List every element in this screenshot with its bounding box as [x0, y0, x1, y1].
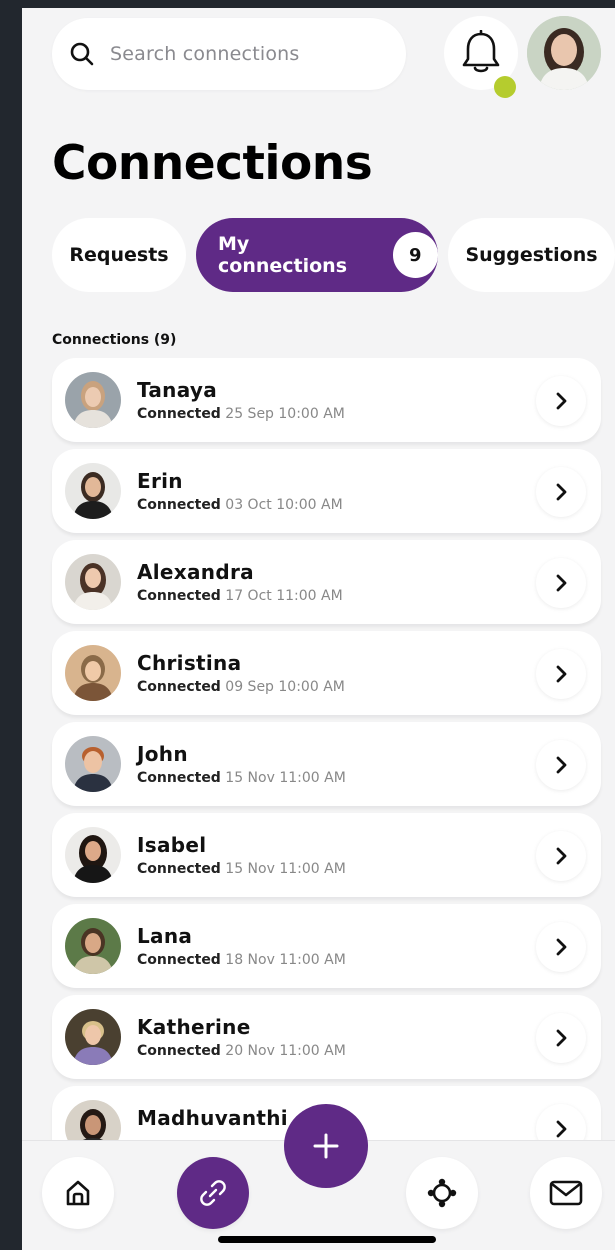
avatar	[65, 827, 121, 883]
connection-meta: Connected 20 Nov 11:00 AM	[137, 1043, 346, 1059]
connection-status: Connected	[137, 952, 221, 968]
tab-label: My connections	[218, 233, 348, 277]
connection-meta: Connected 15 Nov 11:00 AM	[137, 770, 346, 786]
search-input[interactable]: Search connections	[110, 43, 300, 65]
chevron-right-icon	[556, 1029, 567, 1047]
page-title: Connections	[52, 136, 373, 191]
notifications-button[interactable]	[444, 16, 518, 98]
connection-date: 25 Sep 10:00 AM	[225, 406, 345, 422]
nav-home-button[interactable]	[42, 1157, 114, 1229]
chevron-right-icon	[556, 938, 567, 956]
connection-row[interactable]: Alexandra Connected 17 Oct 11:00 AM	[52, 540, 601, 624]
nav-messages-button[interactable]	[530, 1157, 602, 1229]
connection-date: 15 Nov 11:00 AM	[225, 861, 346, 877]
open-connection-button[interactable]	[536, 740, 586, 790]
connection-name: Alexandra	[137, 560, 254, 584]
connection-status: Connected	[137, 1043, 221, 1059]
section-label: Connections (9)	[52, 332, 177, 348]
connection-row[interactable]: Lana Connected 18 Nov 11:00 AM	[52, 904, 601, 988]
chevron-right-icon	[556, 392, 567, 410]
open-connection-button[interactable]	[536, 649, 586, 699]
connection-date: 20 Nov 11:00 AM	[225, 1043, 346, 1059]
search-bar[interactable]: Search connections	[52, 18, 406, 90]
chevron-right-icon	[556, 665, 567, 683]
connection-meta: Connected 17 Oct 11:00 AM	[137, 588, 343, 604]
connection-row[interactable]: Tanaya Connected 25 Sep 10:00 AM	[52, 358, 601, 442]
open-connection-button[interactable]	[536, 1013, 586, 1063]
home-icon	[66, 1180, 90, 1206]
connection-meta: Connected 18 Nov 11:00 AM	[137, 952, 346, 968]
connection-date: 17 Oct 11:00 AM	[225, 588, 343, 604]
connection-date: 03 Oct 10:00 AM	[225, 497, 343, 513]
chevron-right-icon	[556, 756, 567, 774]
open-connection-button[interactable]	[536, 467, 586, 517]
open-connection-button[interactable]	[536, 922, 586, 972]
connection-meta: Connected 25 Sep 10:00 AM	[137, 406, 345, 422]
tab-requests[interactable]: Requests	[52, 218, 186, 292]
tab-my-connections[interactable]: My connections 9	[196, 218, 438, 292]
connection-name: Madhuvanthi	[137, 1106, 288, 1130]
add-connection-button[interactable]	[284, 1104, 368, 1188]
connection-row[interactable]: Isabel Connected 15 Nov 11:00 AM	[52, 813, 601, 897]
link-icon	[200, 1180, 226, 1206]
connection-date: 09 Sep 10:00 AM	[225, 679, 345, 695]
avatar	[65, 554, 121, 610]
tab-label: Requests	[69, 244, 169, 266]
connection-name: Erin	[137, 469, 183, 493]
connection-name: Tanaya	[137, 378, 218, 402]
notification-dot	[494, 76, 516, 98]
tab-label: Suggestions	[465, 244, 598, 266]
network-icon	[427, 1178, 457, 1208]
connection-date: 18 Nov 11:00 AM	[225, 952, 346, 968]
connection-name: John	[137, 742, 188, 766]
tab-suggestions[interactable]: Suggestions	[448, 218, 615, 292]
connection-status: Connected	[137, 861, 221, 877]
profile-avatar[interactable]	[527, 16, 601, 90]
connection-date: 15 Nov 11:00 AM	[225, 770, 346, 786]
connection-status: Connected	[137, 497, 221, 513]
mail-icon	[549, 1180, 583, 1206]
chevron-right-icon	[556, 847, 567, 865]
avatar	[65, 918, 121, 974]
count-badge: 9	[392, 232, 438, 278]
connection-name: Lana	[137, 924, 193, 948]
bell-icon	[462, 30, 500, 73]
open-connection-button[interactable]	[536, 376, 586, 426]
connection-name: Katherine	[137, 1015, 251, 1039]
connection-meta: Connected 09 Sep 10:00 AM	[137, 679, 345, 695]
connection-name: Isabel	[137, 833, 207, 857]
avatar	[65, 645, 121, 701]
connection-meta: Connected 03 Oct 10:00 AM	[137, 497, 343, 513]
connection-name: Christina	[137, 651, 242, 675]
avatar	[65, 372, 121, 428]
nav-network-button[interactable]	[406, 1157, 478, 1229]
phone-screen: Search connections Connections Requests …	[22, 8, 615, 1250]
connection-row[interactable]: Erin Connected 03 Oct 10:00 AM	[52, 449, 601, 533]
chevron-right-icon	[556, 574, 567, 592]
avatar	[65, 1009, 121, 1065]
search-icon	[70, 42, 94, 66]
connection-meta: Connected 15 Nov 11:00 AM	[137, 861, 346, 877]
connection-row[interactable]: Christina Connected 09 Sep 10:00 AM	[52, 631, 601, 715]
connection-status: Connected	[137, 770, 221, 786]
avatar	[65, 736, 121, 792]
plus-icon	[313, 1133, 339, 1159]
connection-status: Connected	[137, 406, 221, 422]
home-indicator[interactable]	[218, 1236, 436, 1243]
connection-row[interactable]: John Connected 15 Nov 11:00 AM	[52, 722, 601, 806]
connection-status: Connected	[137, 588, 221, 604]
chevron-right-icon	[556, 1120, 567, 1138]
nav-connections-button[interactable]	[177, 1157, 249, 1229]
profile-avatar-image	[527, 16, 601, 90]
chevron-right-icon	[556, 483, 567, 501]
connection-row[interactable]: Katherine Connected 20 Nov 11:00 AM	[52, 995, 601, 1079]
avatar	[65, 463, 121, 519]
connection-status: Connected	[137, 679, 221, 695]
open-connection-button[interactable]	[536, 831, 586, 881]
open-connection-button[interactable]	[536, 558, 586, 608]
